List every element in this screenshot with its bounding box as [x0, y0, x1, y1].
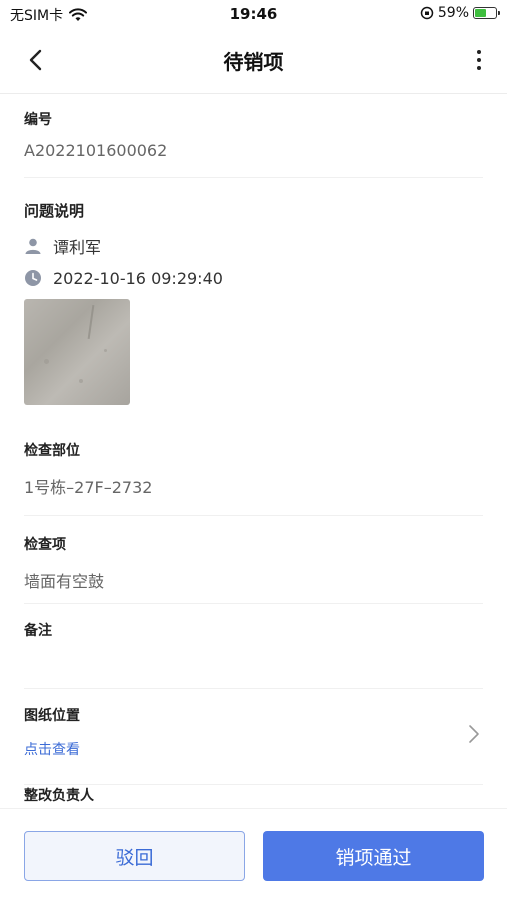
id-section: 编号 A2022101600062 [24, 95, 483, 178]
nav-bar: 待销项 [0, 28, 507, 94]
drawing-section[interactable]: 图纸位置 点击查看 [24, 689, 483, 785]
bottom-action-bar: 驳回 销项通过 [0, 808, 507, 900]
orientation-lock-icon [420, 6, 434, 20]
owner-section: 整改负责人 [24, 785, 483, 807]
check-item-value: 墙面有空鼓 [24, 572, 105, 591]
view-drawing-link[interactable]: 点击查看 [24, 739, 483, 759]
issue-section: 问题说明 谭利军 2022-10-16 09:29:40 [24, 178, 483, 430]
owner-label: 整改负责人 [24, 788, 94, 804]
issue-label: 问题说明 [24, 202, 85, 220]
page-title: 待销项 [223, 50, 284, 74]
more-menu-icon[interactable] [469, 46, 489, 74]
status-bar: 无SIM卡 19:46 59% [0, 0, 507, 28]
person-icon [25, 238, 41, 254]
timestamp-row: 2022-10-16 09:29:40 [24, 268, 483, 288]
chevron-right-icon[interactable] [467, 723, 481, 745]
status-right: 59% [420, 5, 500, 21]
check-item-label: 检查项 [24, 537, 66, 553]
battery-percent: 59% [437, 5, 469, 21]
clock-icon [25, 270, 41, 286]
remark-label: 备注 [24, 623, 52, 639]
drawing-label: 图纸位置 [24, 708, 80, 724]
reject-button[interactable]: 驳回 [24, 831, 245, 881]
battery-fill [475, 9, 486, 17]
detail-content[interactable]: 编号 A2022101600062 问题说明 谭利军 2022-10-16 09… [0, 95, 507, 807]
timestamp: 2022-10-16 09:29:40 [53, 268, 223, 288]
id-value: A2022101600062 [24, 141, 168, 160]
location-label: 检查部位 [24, 443, 80, 459]
check-item-section: 检查项 墙面有空鼓 [24, 516, 483, 604]
id-label: 编号 [24, 112, 52, 128]
location-value: 1号栋–27F–2732 [24, 478, 153, 497]
reporter-row: 谭利军 [24, 237, 483, 257]
pass-button[interactable]: 销项通过 [263, 831, 484, 881]
reporter-name: 谭利军 [53, 238, 102, 257]
issue-photo[interactable] [24, 299, 130, 405]
remark-section: 备注 [24, 604, 483, 689]
location-section: 检查部位 1号栋–27F–2732 [24, 430, 483, 516]
battery-icon [473, 7, 500, 19]
